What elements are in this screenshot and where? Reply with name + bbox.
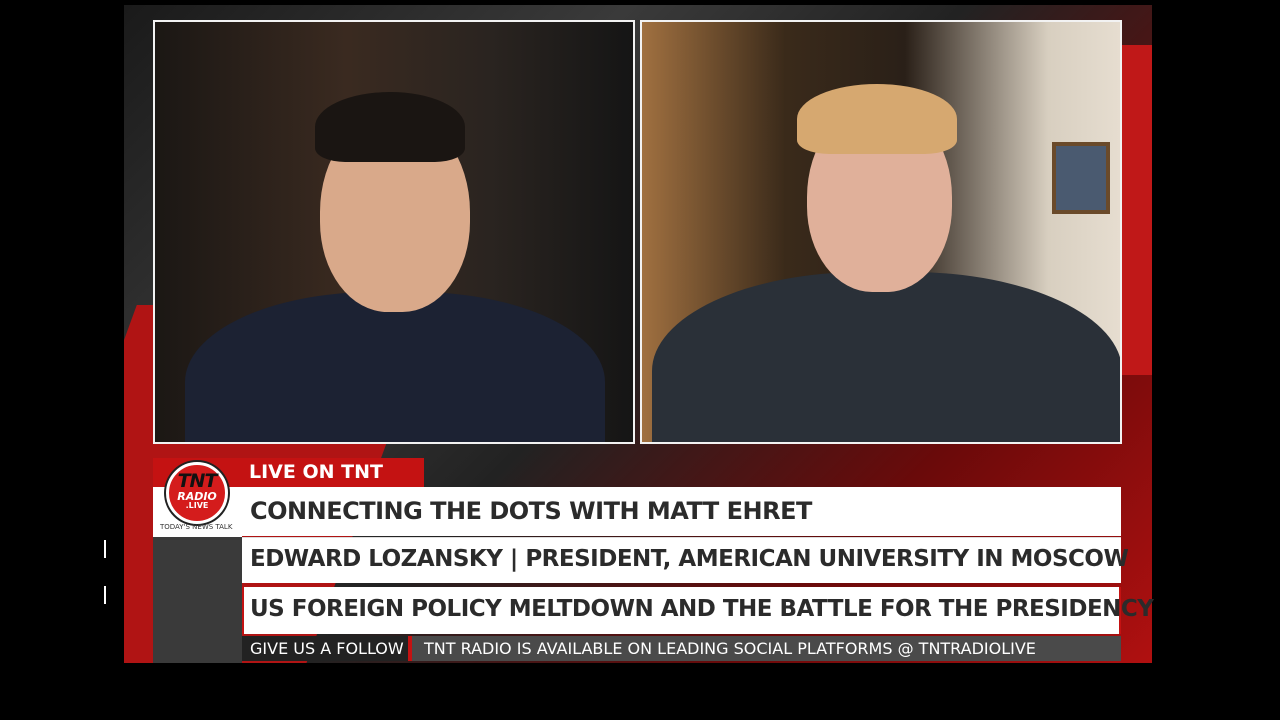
ticker-text: TNT RADIO IS AVAILABLE ON LEADING SOCIAL… (424, 639, 1036, 658)
wall-picture (1052, 142, 1110, 214)
tnt-radio-logo: TNT RADIO .LIVE (166, 462, 228, 524)
guest-caption: EDWARD LOZANSKY | PRESIDENT, AMERICAN UN… (242, 537, 1129, 583)
news-ticker: GIVE US A FOLLOW TNT RADIO IS AVAILABLE … (242, 636, 1121, 661)
logo-text: TNT (177, 470, 218, 492)
guest-hair (797, 84, 957, 154)
host-figure (185, 292, 605, 442)
edge-marker (104, 540, 106, 558)
topic-caption: US FOREIGN POLICY MELTDOWN AND THE BATTL… (242, 587, 1154, 634)
show-title: CONNECTING THE DOTS WITH MATT EHRET (242, 487, 1121, 536)
host-video-feed (153, 20, 635, 444)
guest-figure (652, 272, 1120, 442)
logo-domain: .LIVE (185, 501, 209, 510)
logo-panel-base (153, 537, 242, 663)
ticker-label: GIVE US A FOLLOW (242, 636, 412, 661)
guest-video-feed (640, 20, 1122, 444)
tagline: TODAY'S NEWS TALK (160, 523, 233, 531)
edge-marker (104, 586, 106, 604)
host-hair (315, 92, 465, 162)
